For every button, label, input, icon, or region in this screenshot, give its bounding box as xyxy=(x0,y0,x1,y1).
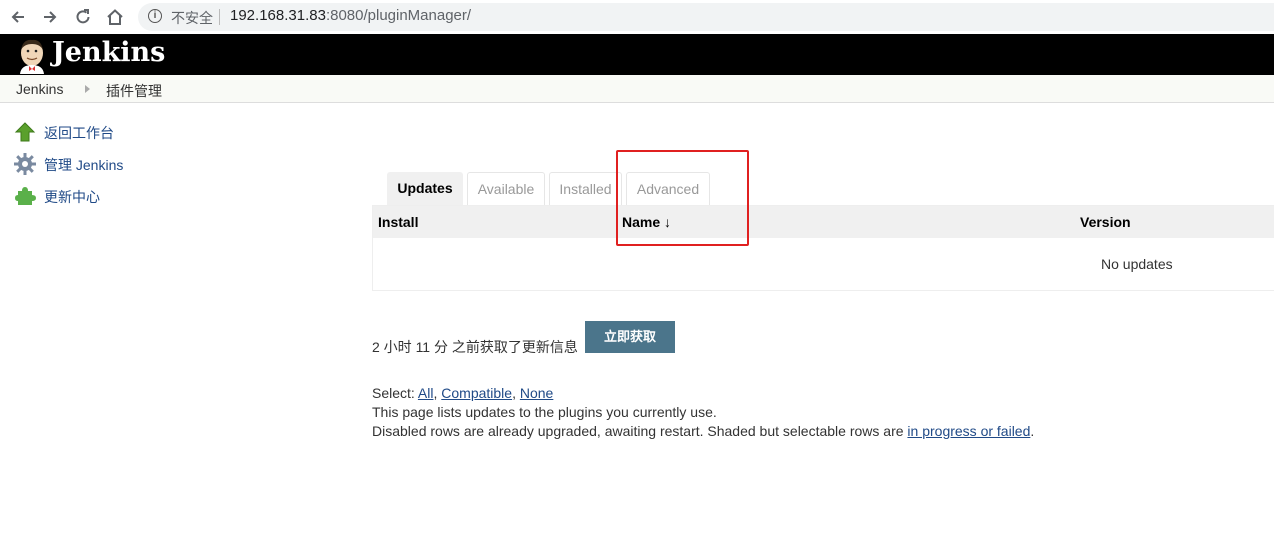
select-line: Select: All, Compatible, None xyxy=(372,385,554,401)
jenkins-header: Jenkins xyxy=(0,34,1274,75)
tab-installed[interactable]: Installed xyxy=(549,172,622,205)
column-version[interactable]: Version xyxy=(1080,214,1131,230)
description-line: This page lists updates to the plugins y… xyxy=(372,404,717,420)
up-arrow-icon xyxy=(14,122,36,142)
select-prefix: Select: xyxy=(372,385,418,401)
breadcrumb-arrow-icon[interactable] xyxy=(85,85,90,93)
period: . xyxy=(1030,423,1035,439)
disabled-rows-text: Disabled rows are already upgraded, awai… xyxy=(372,423,908,439)
disabled-rows-line: Disabled rows are already upgraded, awai… xyxy=(372,422,1034,441)
footer-info: Select: All, Compatible, None This page … xyxy=(372,384,1034,441)
url-text[interactable]: 192.168.31.83:8080/pluginManager/ xyxy=(230,7,471,24)
reload-button[interactable] xyxy=(71,5,95,29)
select-compatible-link[interactable]: Compatible xyxy=(441,385,512,401)
empty-message: No updates xyxy=(1101,256,1173,272)
forward-arrow-icon xyxy=(44,11,57,23)
home-icon xyxy=(107,9,123,25)
breadcrumb-jenkins[interactable]: Jenkins xyxy=(16,81,63,97)
back-button[interactable] xyxy=(6,5,30,29)
check-now-button[interactable]: 立即获取 xyxy=(585,321,675,353)
url-path: :8080/pluginManager/ xyxy=(325,7,472,24)
select-none-link[interactable]: None xyxy=(520,385,553,401)
plugin-updates-table: Install Name ↓ Version No updates xyxy=(372,205,1274,291)
sidebar-item-label: 更新中心 xyxy=(44,189,100,205)
security-label: 不安全 xyxy=(171,10,213,26)
breadcrumb-plugin-manager[interactable]: 插件管理 xyxy=(106,81,162,101)
sidebar-item-label: 管理 Jenkins xyxy=(44,157,124,173)
browser-toolbar: i 不安全 192.168.31.83:8080/pluginManager/ xyxy=(0,0,1274,34)
url-host: 192.168.31.83 xyxy=(230,7,326,24)
gear-icon xyxy=(14,153,36,175)
home-button[interactable] xyxy=(103,5,127,29)
puzzle-icon xyxy=(15,187,36,205)
back-arrow-icon xyxy=(11,11,24,23)
jenkins-butler-logo-icon[interactable] xyxy=(15,38,49,74)
update-info-text: 2 小时 11 分 之前获取了更新信息 xyxy=(372,339,578,355)
table-header: Install Name ↓ Version xyxy=(373,206,1274,238)
forward-button[interactable] xyxy=(38,5,62,29)
jenkins-logo-text[interactable]: Jenkins xyxy=(52,37,165,68)
reload-icon xyxy=(76,9,90,24)
tab-updates[interactable]: Updates xyxy=(387,172,463,205)
sidebar-item-label: 返回工作台 xyxy=(44,125,114,141)
in-progress-link[interactable]: in progress or failed xyxy=(907,423,1030,439)
divider xyxy=(219,9,220,25)
address-bar[interactable]: i 不安全 192.168.31.83:8080/pluginManager/ xyxy=(138,3,1274,31)
column-install[interactable]: Install xyxy=(378,214,418,230)
select-all-link[interactable]: All xyxy=(418,385,434,401)
info-icon[interactable]: i xyxy=(148,9,162,23)
breadcrumb: Jenkins 插件管理 xyxy=(0,75,1274,103)
tab-available[interactable]: Available xyxy=(467,172,545,205)
annotation-highlight-box xyxy=(616,150,749,246)
